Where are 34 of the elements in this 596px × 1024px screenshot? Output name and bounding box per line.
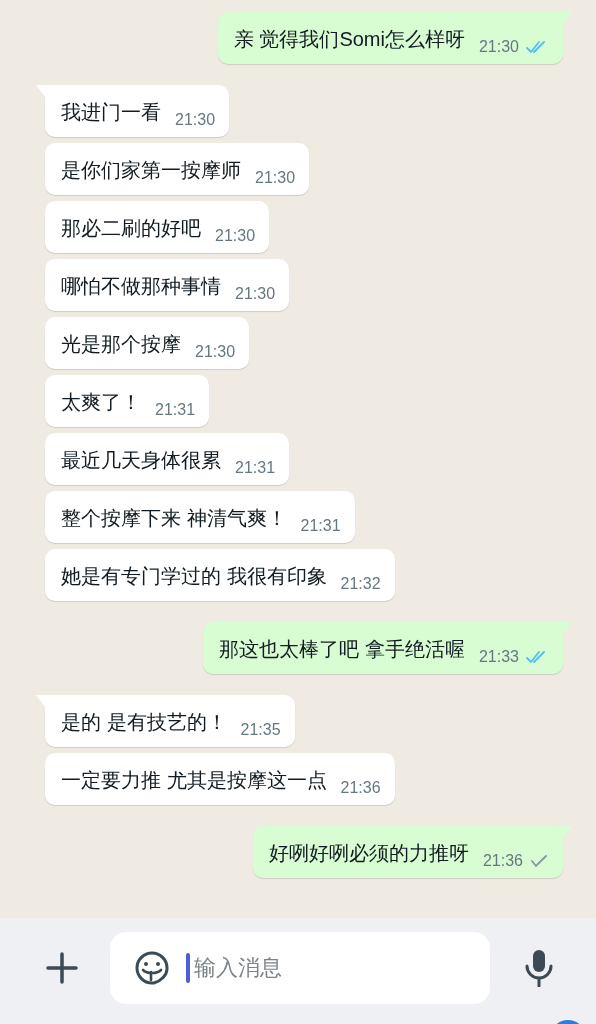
message-time: 21:36 — [482, 852, 523, 870]
message-time: 21:30 — [235, 285, 276, 303]
message-time: 21:35 — [240, 721, 281, 739]
message-text: 哪怕不做那种事情 — [61, 274, 221, 299]
message-time: 21:31 — [235, 459, 276, 477]
message-time: 21:33 — [478, 648, 519, 666]
message-text: 好咧好咧必须的力推呀 — [268, 841, 469, 866]
message-text: 一定要力推 尤其是按摩这一点 — [61, 768, 327, 793]
sticker-icon[interactable] — [134, 950, 170, 986]
message-time: 21:36 — [340, 779, 381, 797]
message-text: 太爽了！ — [61, 390, 141, 415]
message-time: 21:30 — [175, 111, 216, 129]
message-time: 21:30 — [215, 227, 256, 245]
message-time: 21:30 — [478, 38, 519, 56]
message-text: 光是那个按摩 — [61, 332, 181, 357]
message-text: 那必二刷的好吧 — [61, 216, 201, 241]
message-time: 21:30 — [195, 343, 236, 361]
message-text: 是的 是有技艺的！ — [61, 710, 227, 735]
message-text: 整个按摩下来 神清气爽！ — [61, 506, 287, 531]
message-text: 她是有专门学过的 我很有印象 — [61, 564, 327, 589]
message-time: 21:31 — [300, 517, 341, 535]
message-time: 21:31 — [155, 401, 196, 419]
microphone-icon[interactable] — [524, 949, 554, 987]
message-time: 21:32 — [340, 575, 381, 593]
text-cursor — [186, 953, 190, 983]
message-text: 最近几天身体很累 — [61, 448, 221, 473]
plus-icon[interactable] — [46, 952, 78, 984]
message-time: 21:30 — [255, 169, 296, 187]
message-text: 是你们家第一按摩师 — [61, 158, 241, 183]
message-text: 我进门一看 — [61, 100, 161, 125]
message-text: 那这也太棒了吧 拿手绝活喔 — [219, 637, 465, 662]
message-text: 亲 觉得我们Somi怎么样呀 — [233, 27, 465, 52]
message-field[interactable]: 输入消息 — [110, 932, 490, 1004]
message-input[interactable]: 输入消息 — [192, 954, 456, 982]
